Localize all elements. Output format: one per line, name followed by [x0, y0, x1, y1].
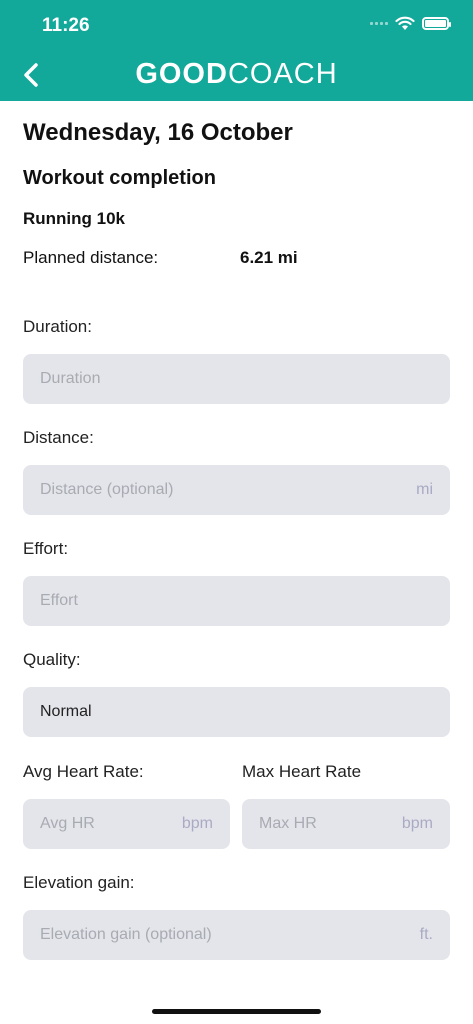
- planned-distance-label: Planned distance:: [23, 248, 159, 267]
- avg-hr-input[interactable]: Avg HR bpm: [23, 799, 230, 849]
- distance-label: Distance:: [23, 428, 94, 447]
- distance-unit: mi: [416, 481, 433, 498]
- logo-coach: COACH: [227, 58, 338, 90]
- quality-label: Quality:: [23, 650, 81, 669]
- elevation-placeholder: Elevation gain (optional): [40, 926, 212, 943]
- distance-placeholder: Distance (optional): [40, 481, 174, 498]
- elevation-input[interactable]: Elevation gain (optional) ft.: [23, 910, 450, 960]
- max-hr-label: Max Heart Rate: [242, 762, 362, 781]
- max-hr-unit: bpm: [401, 815, 433, 832]
- avg-hr-placeholder: Avg HR: [40, 815, 95, 832]
- max-hr-input[interactable]: Max HR bpm: [242, 799, 450, 849]
- quality-select[interactable]: Normal: [23, 687, 450, 737]
- avg-hr-label: Avg Heart Rate:: [23, 762, 144, 781]
- elevation-unit: ft.: [419, 926, 433, 943]
- app-logo: GOODCOACH: [0, 58, 473, 91]
- logo-good: GOOD: [135, 58, 228, 90]
- signal-icon: [370, 22, 388, 25]
- workout-name: Running 10k: [23, 209, 126, 228]
- effort-placeholder: Effort: [40, 592, 78, 609]
- duration-label: Duration:: [23, 317, 92, 336]
- effort-label: Effort:: [23, 539, 69, 558]
- distance-input[interactable]: Distance (optional) mi: [23, 465, 450, 515]
- page-title: Wednesday, 16 October: [23, 119, 293, 146]
- duration-input[interactable]: Duration: [23, 354, 450, 404]
- duration-placeholder: Duration: [40, 370, 101, 387]
- effort-input[interactable]: Effort: [23, 576, 450, 626]
- avg-hr-unit: bpm: [181, 815, 213, 832]
- app-header: 11:26 GOODCOACH: [0, 0, 473, 101]
- status-time: 11:26: [42, 15, 90, 36]
- planned-distance-value: 6.21 mi: [240, 248, 298, 267]
- wifi-icon: [395, 16, 415, 30]
- elevation-label: Elevation gain:: [23, 873, 135, 892]
- quality-value: Normal: [40, 703, 92, 720]
- section-title: Workout completion: [23, 167, 216, 189]
- status-icons: [370, 16, 451, 31]
- max-hr-placeholder: Max HR: [259, 815, 317, 832]
- home-indicator[interactable]: [152, 1009, 321, 1014]
- battery-icon: [422, 17, 451, 30]
